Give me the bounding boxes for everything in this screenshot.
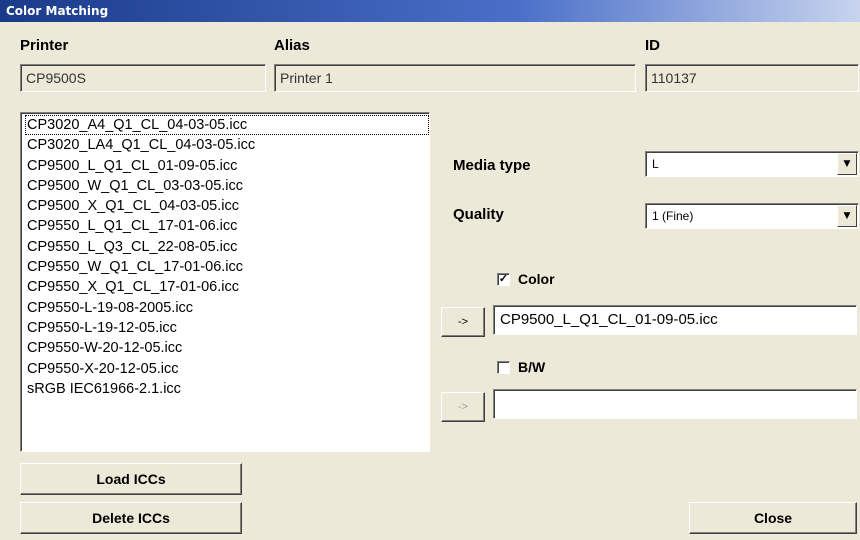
list-item[interactable]: CP3020_LA4_Q1_CL_04-03-05.icc: [25, 135, 429, 155]
quality-value: 1 (Fine): [652, 209, 694, 223]
chevron-down-icon[interactable]: ▼: [837, 205, 857, 227]
assign-bw-button[interactable]: ->: [441, 392, 485, 422]
quality-select[interactable]: 1 (Fine) ▼: [645, 203, 859, 229]
list-item[interactable]: CP9550-L-19-08-2005.icc: [25, 298, 429, 318]
list-item[interactable]: CP9550-L-19-12-05.icc: [25, 318, 429, 338]
checkbox-empty-icon[interactable]: [497, 360, 510, 374]
list-item[interactable]: CP3020_A4_Q1_CL_04-03-05.icc: [25, 115, 429, 136]
load-iccs-button[interactable]: Load ICCs: [20, 463, 242, 495]
list-item[interactable]: CP9500_L_Q1_CL_01-09-05.icc: [25, 156, 429, 176]
color-profile-field[interactable]: CP9500_L_Q1_CL_01-09-05.icc: [493, 305, 857, 335]
list-item[interactable]: CP9500_X_Q1_CL_04-03-05.icc: [25, 196, 429, 216]
bw-checkbox[interactable]: B/W: [497, 359, 545, 375]
list-item[interactable]: CP9550_W_Q1_CL_17-01-06.icc: [25, 257, 429, 277]
id-header: ID: [645, 37, 660, 54]
checkmark-icon[interactable]: ✓: [497, 272, 510, 286]
list-item[interactable]: CP9550-W-20-12-05.icc: [25, 338, 429, 358]
quality-label: Quality: [453, 206, 504, 223]
list-item[interactable]: CP9550_L_Q3_CL_22-08-05.icc: [25, 237, 429, 257]
media-type-label: Media type: [453, 157, 531, 174]
list-item[interactable]: CP9550_L_Q1_CL_17-01-06.icc: [25, 216, 429, 236]
chevron-down-icon[interactable]: ▼: [837, 153, 857, 175]
printer-field: CP9500S: [20, 64, 266, 92]
id-field: 110137: [645, 64, 859, 92]
printer-header: Printer: [20, 37, 69, 54]
alias-field: Printer 1: [274, 64, 636, 92]
media-type-select[interactable]: L ▼: [645, 151, 859, 177]
bw-checkbox-label: B/W: [518, 359, 546, 375]
color-checkbox-label: Color: [518, 271, 555, 287]
list-item[interactable]: CP9500_W_Q1_CL_03-03-05.icc: [25, 176, 429, 196]
list-item[interactable]: CP9550-X-20-12-05.icc: [25, 359, 429, 379]
list-item[interactable]: CP9550_X_Q1_CL_17-01-06.icc: [25, 277, 429, 297]
bw-profile-field[interactable]: [493, 389, 857, 419]
delete-iccs-button[interactable]: Delete ICCs: [20, 502, 242, 534]
media-type-value: L: [652, 157, 659, 171]
list-item[interactable]: sRGB IEC61966-2.1.icc: [25, 379, 429, 399]
icc-listbox[interactable]: CP3020_A4_Q1_CL_04-03-05.icc CP3020_LA4_Q…: [20, 112, 430, 452]
close-button[interactable]: Close: [689, 502, 857, 534]
assign-color-button[interactable]: ->: [441, 307, 485, 337]
alias-header: Alias: [274, 37, 310, 54]
color-checkbox[interactable]: ✓ Color: [497, 271, 555, 287]
window-title: Color Matching: [0, 0, 860, 22]
